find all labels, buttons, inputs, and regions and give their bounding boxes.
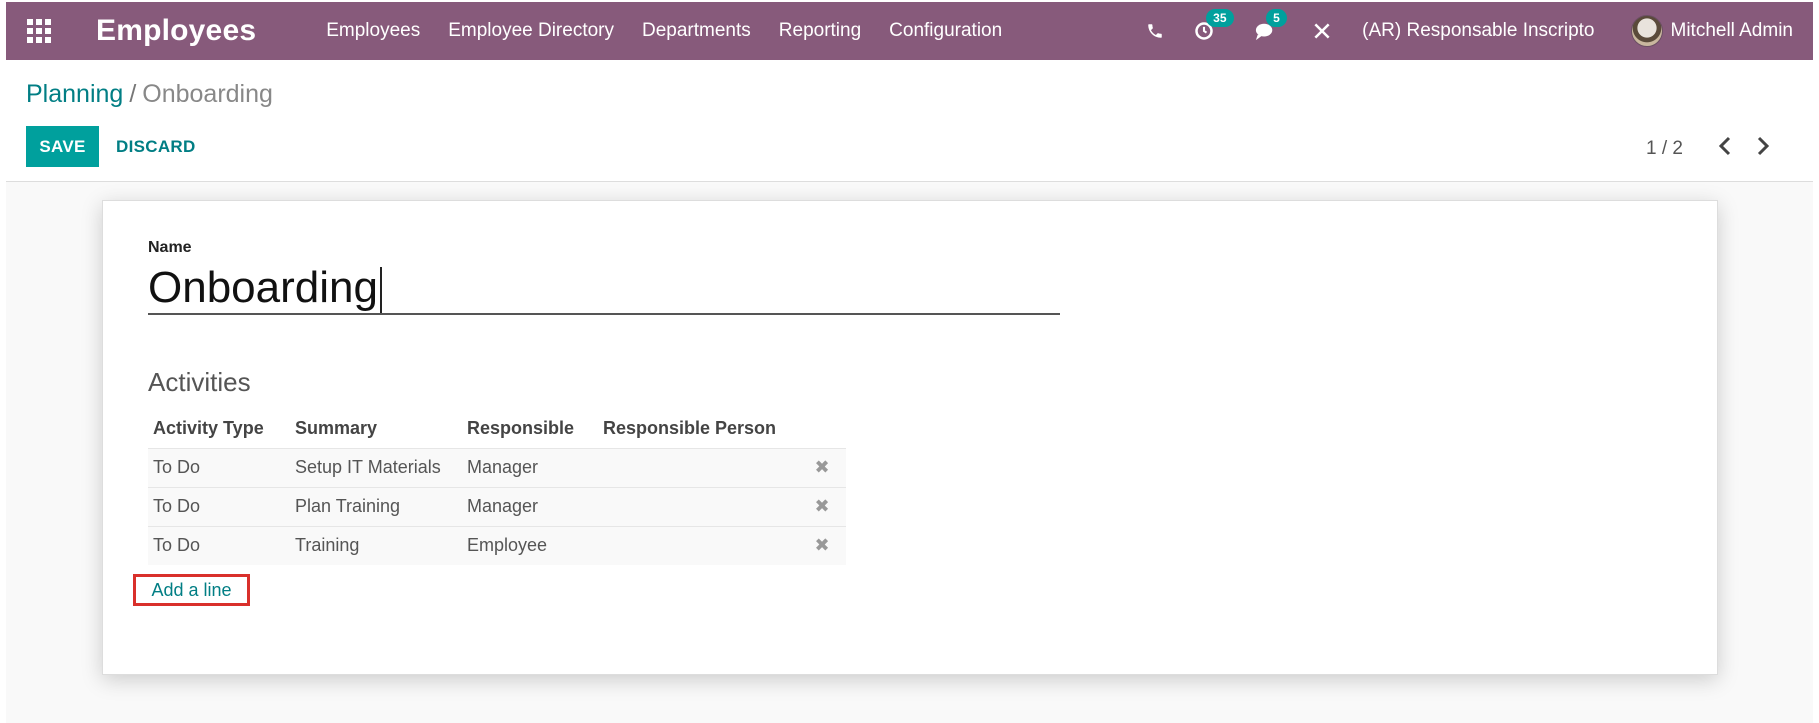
- save-button[interactable]: SAVE: [26, 126, 99, 167]
- menu-item-departments[interactable]: Departments: [642, 20, 751, 42]
- table-row[interactable]: To Do Training Employee ✖: [148, 525, 846, 565]
- user-name: Mitchell Admin: [1670, 20, 1794, 41]
- add-a-line-link[interactable]: Add a line: [133, 574, 250, 606]
- systray: 35 5 (AR) Responsable Inscripto Mitchell…: [1146, 2, 1813, 60]
- phone-icon[interactable]: [1146, 22, 1164, 40]
- table-row[interactable]: To Do Plan Training Manager ✖: [148, 486, 846, 526]
- app-title[interactable]: Employees: [96, 14, 256, 48]
- delete-row-cell: ✖: [798, 447, 846, 487]
- activities-section-title: Activities: [148, 367, 251, 397]
- top-navbar: Employees Employees Employee Directory D…: [6, 2, 1813, 60]
- cell-activity-type[interactable]: To Do: [148, 486, 290, 526]
- cell-responsible-person[interactable]: [598, 486, 798, 526]
- cell-summary[interactable]: Setup IT Materials: [290, 447, 462, 487]
- tools-icon[interactable]: [1312, 21, 1332, 41]
- control-panel: Planning / Onboarding SAVE DISCARD 1 / 2: [6, 60, 1813, 182]
- name-input[interactable]: Onboarding: [148, 261, 1060, 315]
- discard-button[interactable]: DISCARD: [116, 126, 196, 167]
- name-field-label: Name: [148, 239, 192, 256]
- table-row[interactable]: To Do Setup IT Materials Manager ✖: [148, 447, 846, 487]
- chevron-left-icon[interactable]: [1717, 136, 1733, 162]
- cell-responsible-person[interactable]: [598, 525, 798, 565]
- cell-responsible[interactable]: Manager: [462, 486, 598, 526]
- main-menu: Employees Employee Directory Departments…: [326, 20, 1030, 42]
- breadcrumb-parent[interactable]: Planning: [26, 80, 123, 108]
- delete-x-icon[interactable]: ✖: [814, 535, 829, 555]
- form-sheet: Name Onboarding Activities Activity Type…: [102, 200, 1718, 675]
- table-header-row: Activity Type Summary Responsible Respon…: [148, 409, 846, 448]
- cell-responsible-person[interactable]: [598, 447, 798, 487]
- menu-item-employees[interactable]: Employees: [326, 20, 420, 42]
- breadcrumb-current: Onboarding: [142, 80, 273, 108]
- menu-item-configuration[interactable]: Configuration: [889, 20, 1002, 42]
- chat-icon[interactable]: 5: [1254, 9, 1287, 41]
- cell-activity-type[interactable]: To Do: [148, 447, 290, 487]
- pager-value[interactable]: 1 / 2: [1646, 138, 1683, 160]
- breadcrumb: Planning / Onboarding: [26, 80, 273, 109]
- column-header-responsible[interactable]: Responsible: [462, 409, 598, 448]
- delete-x-icon[interactable]: ✖: [814, 457, 829, 477]
- company-switcher[interactable]: (AR) Responsable Inscripto: [1362, 20, 1594, 42]
- delete-row-cell: ✖: [798, 525, 846, 565]
- avatar: [1630, 15, 1663, 47]
- column-header-activity-type[interactable]: Activity Type: [148, 409, 290, 448]
- column-header-summary[interactable]: Summary: [290, 409, 462, 448]
- cell-responsible[interactable]: Employee: [462, 525, 598, 565]
- name-input-value: Onboarding: [148, 263, 378, 312]
- delete-row-cell: ✖: [798, 486, 846, 526]
- activity-count-badge: 35: [1206, 9, 1234, 27]
- delete-x-icon[interactable]: ✖: [814, 496, 829, 516]
- breadcrumb-separator: /: [129, 80, 137, 108]
- cell-summary[interactable]: Plan Training: [290, 486, 462, 526]
- cell-activity-type[interactable]: To Do: [148, 525, 290, 565]
- chevron-right-icon[interactable]: [1755, 136, 1771, 162]
- activities-table: Activity Type Summary Responsible Respon…: [148, 409, 846, 565]
- column-header-responsible-person[interactable]: Responsible Person: [598, 409, 798, 448]
- menu-item-employee-directory[interactable]: Employee Directory: [448, 20, 614, 42]
- message-count-badge: 5: [1266, 9, 1287, 27]
- clock-activity-icon[interactable]: 35: [1194, 9, 1234, 41]
- column-header-delete: [798, 409, 846, 448]
- cell-summary[interactable]: Training: [290, 525, 462, 565]
- text-caret: [379, 267, 382, 314]
- cell-responsible[interactable]: Manager: [462, 447, 598, 487]
- menu-item-reporting[interactable]: Reporting: [779, 20, 861, 42]
- form-view: Name Onboarding Activities Activity Type…: [6, 182, 1813, 723]
- user-menu[interactable]: Mitchell Admin: [1630, 15, 1794, 47]
- apps-grid-icon[interactable]: [24, 16, 54, 46]
